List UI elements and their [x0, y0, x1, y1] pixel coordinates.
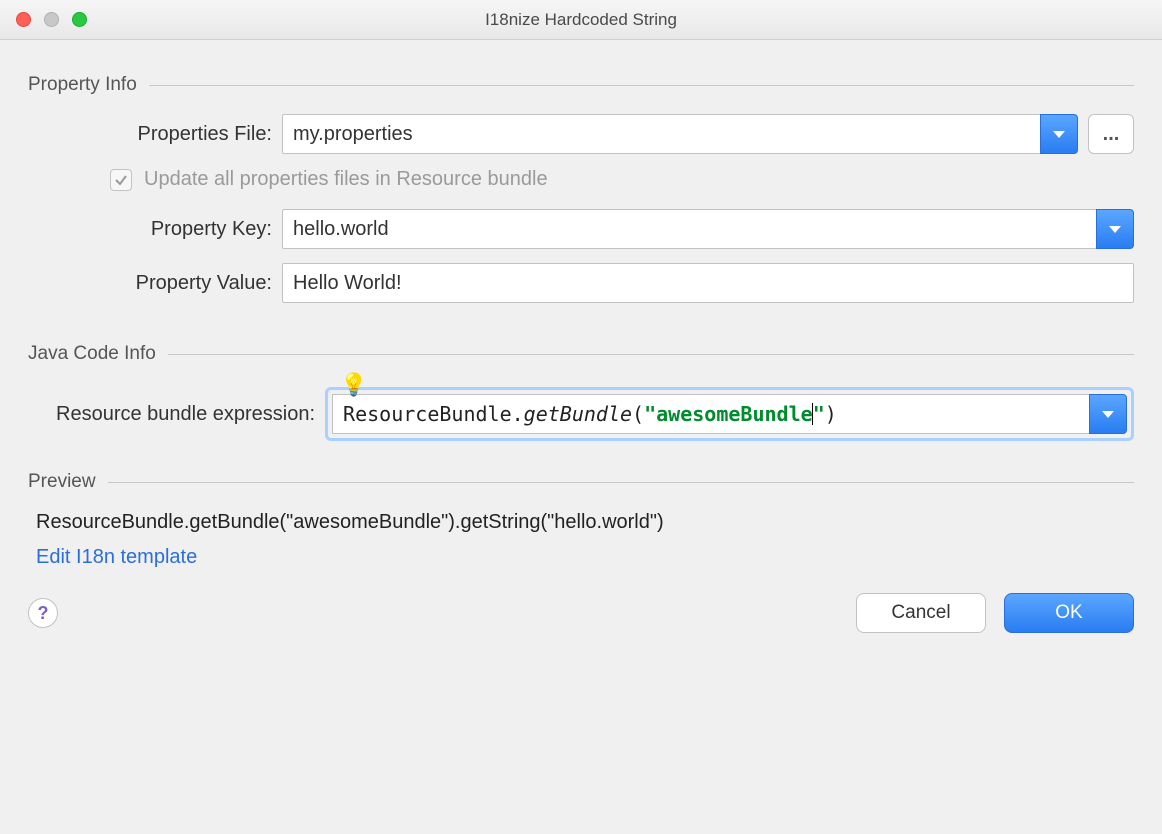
- browse-button[interactable]: ...: [1088, 114, 1134, 154]
- section-property-info: Property Info: [28, 74, 1134, 96]
- code-method: getBundle: [524, 402, 632, 426]
- section-label: Preview: [28, 471, 96, 493]
- dialog-content: Property Info Properties File: my.proper…: [0, 40, 1162, 649]
- dialog-footer: ? Cancel OK: [28, 593, 1134, 633]
- property-key-input[interactable]: hello.world: [282, 209, 1096, 249]
- code-paren: (: [632, 402, 644, 426]
- property-value-input[interactable]: Hello World!: [282, 263, 1134, 303]
- section-label: Java Code Info: [28, 343, 156, 365]
- preview-body: ResourceBundle.getBundle("awesomeBundle"…: [36, 511, 1134, 569]
- label-property-key: Property Key:: [28, 218, 272, 241]
- resource-bundle-dropdown-button[interactable]: [1089, 394, 1127, 434]
- chevron-down-icon: [1109, 226, 1121, 233]
- row-property-key: Property Key: hello.world: [28, 209, 1134, 249]
- code-quote: ": [644, 402, 656, 426]
- code-quote: ": [813, 402, 825, 426]
- resource-bundle-field-wrap: 💡 ResourceBundle.getBundle("awesomeBundl…: [325, 387, 1134, 441]
- ok-button[interactable]: OK: [1004, 593, 1134, 633]
- cancel-button[interactable]: Cancel: [856, 593, 986, 633]
- properties-file-dropdown-button[interactable]: [1040, 114, 1078, 154]
- divider: [168, 354, 1134, 355]
- row-properties-file: Properties File: my.properties ...: [28, 114, 1134, 154]
- update-all-checkbox: [110, 169, 132, 191]
- chevron-down-icon: [1053, 131, 1065, 138]
- chevron-down-icon: [1102, 411, 1114, 418]
- edit-i18n-template-link[interactable]: Edit I18n template: [36, 546, 197, 569]
- check-icon: [114, 173, 128, 187]
- property-key-combo[interactable]: hello.world: [282, 209, 1134, 249]
- code-class: ResourceBundle: [343, 402, 512, 426]
- section-preview: Preview: [28, 471, 1134, 493]
- property-key-dropdown-button[interactable]: [1096, 209, 1134, 249]
- divider: [108, 482, 1134, 483]
- row-resource-bundle-expression: Resource bundle expression: 💡 ResourceBu…: [56, 387, 1134, 441]
- resource-bundle-combo[interactable]: ResourceBundle.getBundle("awesomeBundle"…: [332, 394, 1127, 434]
- divider: [149, 85, 1134, 86]
- properties-file-input[interactable]: my.properties: [282, 114, 1040, 154]
- window-title: I18nize Hardcoded String: [0, 10, 1162, 30]
- row-update-all-checkbox: Update all properties files in Resource …: [110, 168, 1134, 191]
- help-button[interactable]: ?: [28, 598, 58, 628]
- label-properties-file: Properties File:: [28, 123, 272, 146]
- section-java-code-info: Java Code Info: [28, 343, 1134, 365]
- code-string: awesomeBundle: [656, 402, 813, 426]
- titlebar: I18nize Hardcoded String: [0, 0, 1162, 40]
- row-property-value: Property Value: Hello World!: [28, 263, 1134, 303]
- footer-buttons: Cancel OK: [856, 593, 1134, 633]
- update-all-label: Update all properties files in Resource …: [144, 168, 548, 191]
- resource-bundle-expression-input[interactable]: ResourceBundle.getBundle("awesomeBundle"…: [332, 394, 1089, 434]
- lightbulb-icon[interactable]: 💡: [340, 372, 367, 398]
- section-label: Property Info: [28, 74, 137, 96]
- code-dot: .: [512, 402, 524, 426]
- label-property-value: Property Value:: [28, 272, 272, 295]
- label-resource-bundle-expression: Resource bundle expression:: [56, 403, 315, 426]
- properties-file-combo[interactable]: my.properties: [282, 114, 1078, 154]
- code-paren: ): [825, 402, 837, 426]
- preview-text: ResourceBundle.getBundle("awesomeBundle"…: [36, 511, 1134, 534]
